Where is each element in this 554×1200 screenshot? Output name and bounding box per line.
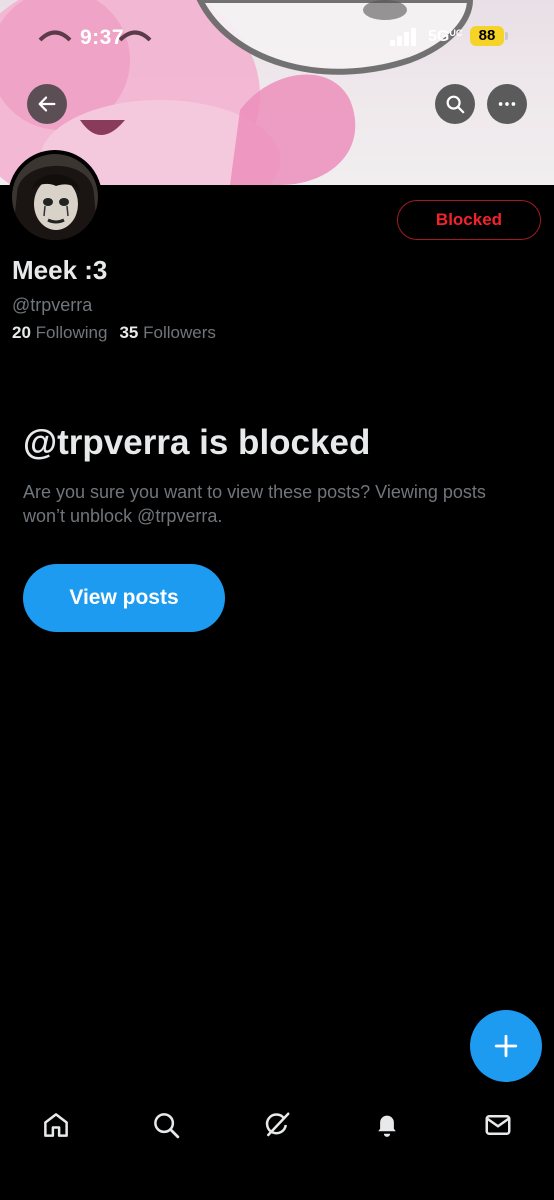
tab-grok[interactable] [257,1105,297,1145]
network-type: 5GUC [428,28,463,45]
blocked-button[interactable]: Blocked [397,200,541,240]
avatar[interactable] [8,150,102,244]
notifications-icon [378,1115,396,1137]
search-icon [154,1113,180,1139]
following-count: 20 [12,323,31,342]
blocked-description: Are you sure you want to view these post… [23,482,486,526]
grok-icon [265,1112,290,1137]
following-label: Following [35,323,108,342]
avatar-image [12,154,98,240]
view-posts-button[interactable]: View posts [23,564,225,632]
tab-home[interactable] [36,1105,76,1145]
status-time: 9:37 [80,26,125,49]
cellular-signal-icon [390,28,416,46]
back-arrow-icon [38,96,56,112]
more-button[interactable] [487,84,527,124]
messages-icon [485,1115,511,1135]
tab-notifications[interactable] [367,1105,407,1145]
plus-icon [494,1034,518,1058]
battery-indicator: 88 [470,26,504,46]
followers-count: 35 [119,323,139,342]
username-handle: @trpverra [12,295,93,315]
followers-link[interactable]: 35 Followers [119,323,215,342]
status-bar: 9:37 5GUC 88 [0,0,554,70]
blocked-title: @trpverra is blocked [23,423,371,462]
tab-search[interactable] [146,1105,186,1145]
follow-stats: 20 Following 35 Followers [12,323,216,343]
following-link[interactable]: 20 Following [12,323,107,342]
bottom-tab-bar [0,1095,554,1155]
tab-messages[interactable] [478,1105,518,1145]
compose-button[interactable] [470,1010,542,1082]
battery-tip [505,32,508,40]
home-icon [44,1113,68,1137]
followers-label: Followers [143,323,216,342]
search-icon [446,95,465,114]
display-name: Meek :3 [12,255,108,285]
more-icon [498,102,516,106]
search-button[interactable] [435,84,475,124]
back-button[interactable] [27,84,67,124]
